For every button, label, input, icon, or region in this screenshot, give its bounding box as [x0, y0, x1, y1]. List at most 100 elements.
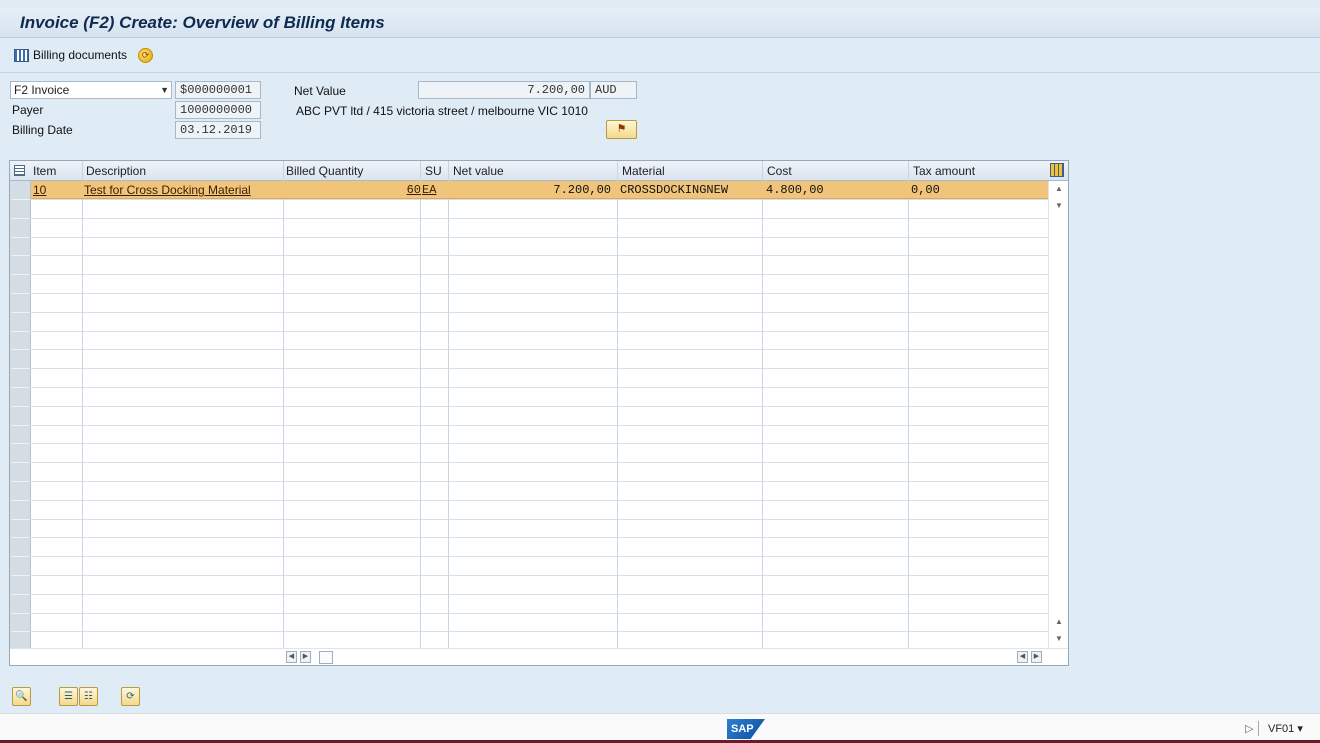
- row-selector-line: [12, 462, 29, 464]
- grid-row-line: [10, 481, 1048, 482]
- grid-row-line: [10, 593, 1048, 595]
- row-selector-line: [12, 217, 29, 219]
- refresh-icon[interactable]: ⟳: [138, 48, 153, 63]
- scroll-down-icon[interactable]: ▼: [1055, 201, 1063, 210]
- column-separator: [617, 161, 618, 648]
- row-selector-line: [12, 293, 29, 294]
- billing-items-table: Item Description Billed Quantity SU Net …: [9, 160, 1069, 666]
- refresh-items-button[interactable]: ⟳: [121, 687, 140, 706]
- grid-row-line: [10, 236, 1048, 238]
- scroll-up-icon[interactable]: ▲: [1055, 617, 1063, 626]
- row-selector-line: [12, 330, 29, 332]
- grid-row-line: [10, 631, 1048, 633]
- row-selector-column[interactable]: [10, 181, 31, 648]
- column-header-su[interactable]: SU: [425, 164, 442, 178]
- payer-label: Payer: [12, 103, 44, 117]
- grid-row-line: [10, 612, 1048, 614]
- grid-row-line: [10, 199, 1048, 200]
- row-selector-line: [12, 274, 29, 276]
- grid-row-line: [10, 405, 1048, 407]
- column-header-tax-amount[interactable]: Tax amount: [913, 164, 975, 178]
- row-selector-line: [12, 612, 29, 614]
- row-selector-line: [12, 556, 29, 558]
- row-selector-line: [12, 405, 29, 407]
- scroll-left-icon[interactable]: ◀: [1017, 651, 1028, 663]
- row-selector-line: [12, 593, 29, 595]
- billed-quantity-cell[interactable]: 60: [284, 182, 421, 198]
- grid-row-line: [10, 518, 1048, 520]
- grid-row-line: [10, 293, 1048, 294]
- table-row[interactable]: 10 Test for Cross Docking Material 60 EA…: [31, 181, 1048, 199]
- row-selector-line: [12, 311, 29, 313]
- horizontal-scrollbar[interactable]: ◀ ▶ ◀ ▶: [10, 648, 1068, 665]
- row-selector-line: [12, 368, 29, 370]
- column-header-item[interactable]: Item: [33, 164, 56, 178]
- row-selector-line: [12, 499, 29, 501]
- tax-amount-cell: 0,00: [911, 183, 940, 197]
- grid-row-line: [10, 330, 1048, 332]
- application-toolbar: Billing documents ⟳: [0, 40, 1320, 73]
- scroll-thumb[interactable]: [319, 651, 333, 664]
- column-header-billed-quantity[interactable]: Billed Quantity: [286, 164, 363, 178]
- deselect-all-button[interactable]: ☷: [79, 687, 98, 706]
- play-icon[interactable]: ▷: [1245, 722, 1253, 735]
- row-selector-line: [12, 537, 29, 539]
- su-cell[interactable]: EA: [422, 182, 436, 198]
- scroll-right-icon[interactable]: ▶: [300, 651, 311, 663]
- row-selector-line: [12, 518, 29, 520]
- billing-type-select[interactable]: F2 Invoice ▼: [10, 81, 172, 99]
- grid-row-line: [10, 424, 1048, 426]
- billing-documents-label: Billing documents: [33, 48, 128, 62]
- billing-documents-button[interactable]: Billing documents: [14, 48, 127, 62]
- scroll-up-icon[interactable]: ▲: [1055, 184, 1063, 193]
- grid-row-line: [10, 274, 1048, 276]
- payer-address: ABC PVT ltd / 415 victoria street / melb…: [296, 104, 588, 118]
- row-selector-line: [12, 199, 29, 200]
- column-header-description[interactable]: Description: [86, 164, 146, 178]
- column-separator: [82, 161, 83, 648]
- grid-row-line: [10, 255, 1048, 257]
- column-header-cost[interactable]: Cost: [767, 164, 792, 178]
- row-selector-line: [12, 443, 29, 445]
- description-cell[interactable]: Test for Cross Docking Material: [84, 182, 251, 198]
- title-bar: Invoice (F2) Create: Overview of Billing…: [0, 8, 1320, 38]
- scroll-right-icon[interactable]: ▶: [1031, 651, 1042, 663]
- status-bar: SAP ▷ VF01 ▾: [0, 713, 1320, 743]
- partner-details-button[interactable]: ⚑: [606, 120, 637, 139]
- net-value-label: Net Value: [294, 84, 346, 98]
- item-number-cell[interactable]: 10: [33, 182, 46, 198]
- grid-row-line: [10, 575, 1048, 576]
- material-cell: CROSSDOCKINGNEW: [620, 183, 729, 197]
- row-selector-line: [12, 236, 29, 238]
- grid-row-line: [10, 443, 1048, 445]
- row-selector-line: [12, 631, 29, 633]
- billing-type-value: F2 Invoice: [14, 83, 70, 97]
- row-selector-line: [12, 349, 29, 351]
- billing-date-field: 03.12.2019: [175, 121, 261, 139]
- column-separator: [448, 161, 449, 648]
- column-header-net-value[interactable]: Net value: [453, 164, 504, 178]
- grid-row-line: [10, 217, 1048, 219]
- transaction-code[interactable]: VF01 ▾: [1268, 722, 1303, 735]
- column-header-material[interactable]: Material: [622, 164, 665, 178]
- scroll-left-icon[interactable]: ◀: [286, 651, 297, 663]
- grid-row-line: [10, 368, 1048, 370]
- list-icon: [14, 48, 29, 62]
- currency-field: AUD: [590, 81, 637, 99]
- row-selector-line: [12, 575, 29, 576]
- item-details-button[interactable]: 🔍: [12, 687, 31, 706]
- column-separator: [283, 161, 284, 648]
- scroll-down-icon[interactable]: ▼: [1055, 634, 1063, 643]
- select-all-icon[interactable]: [14, 165, 25, 176]
- column-separator: [420, 161, 421, 648]
- row-selector-line: [12, 424, 29, 426]
- vertical-scrollbar[interactable]: ▲ ▼ ▲ ▼: [1048, 181, 1068, 648]
- select-all-button[interactable]: ☰: [59, 687, 78, 706]
- cost-cell: 4.800,00: [766, 183, 824, 197]
- column-layout-icon[interactable]: [1050, 163, 1064, 177]
- row-selector-line: [12, 255, 29, 257]
- window-title: Invoice (F2) Create: Overview of Billing…: [20, 13, 385, 32]
- grid-row-line: [10, 462, 1048, 464]
- row-selector-line: [12, 387, 29, 388]
- payer-field: 1000000000: [175, 101, 261, 119]
